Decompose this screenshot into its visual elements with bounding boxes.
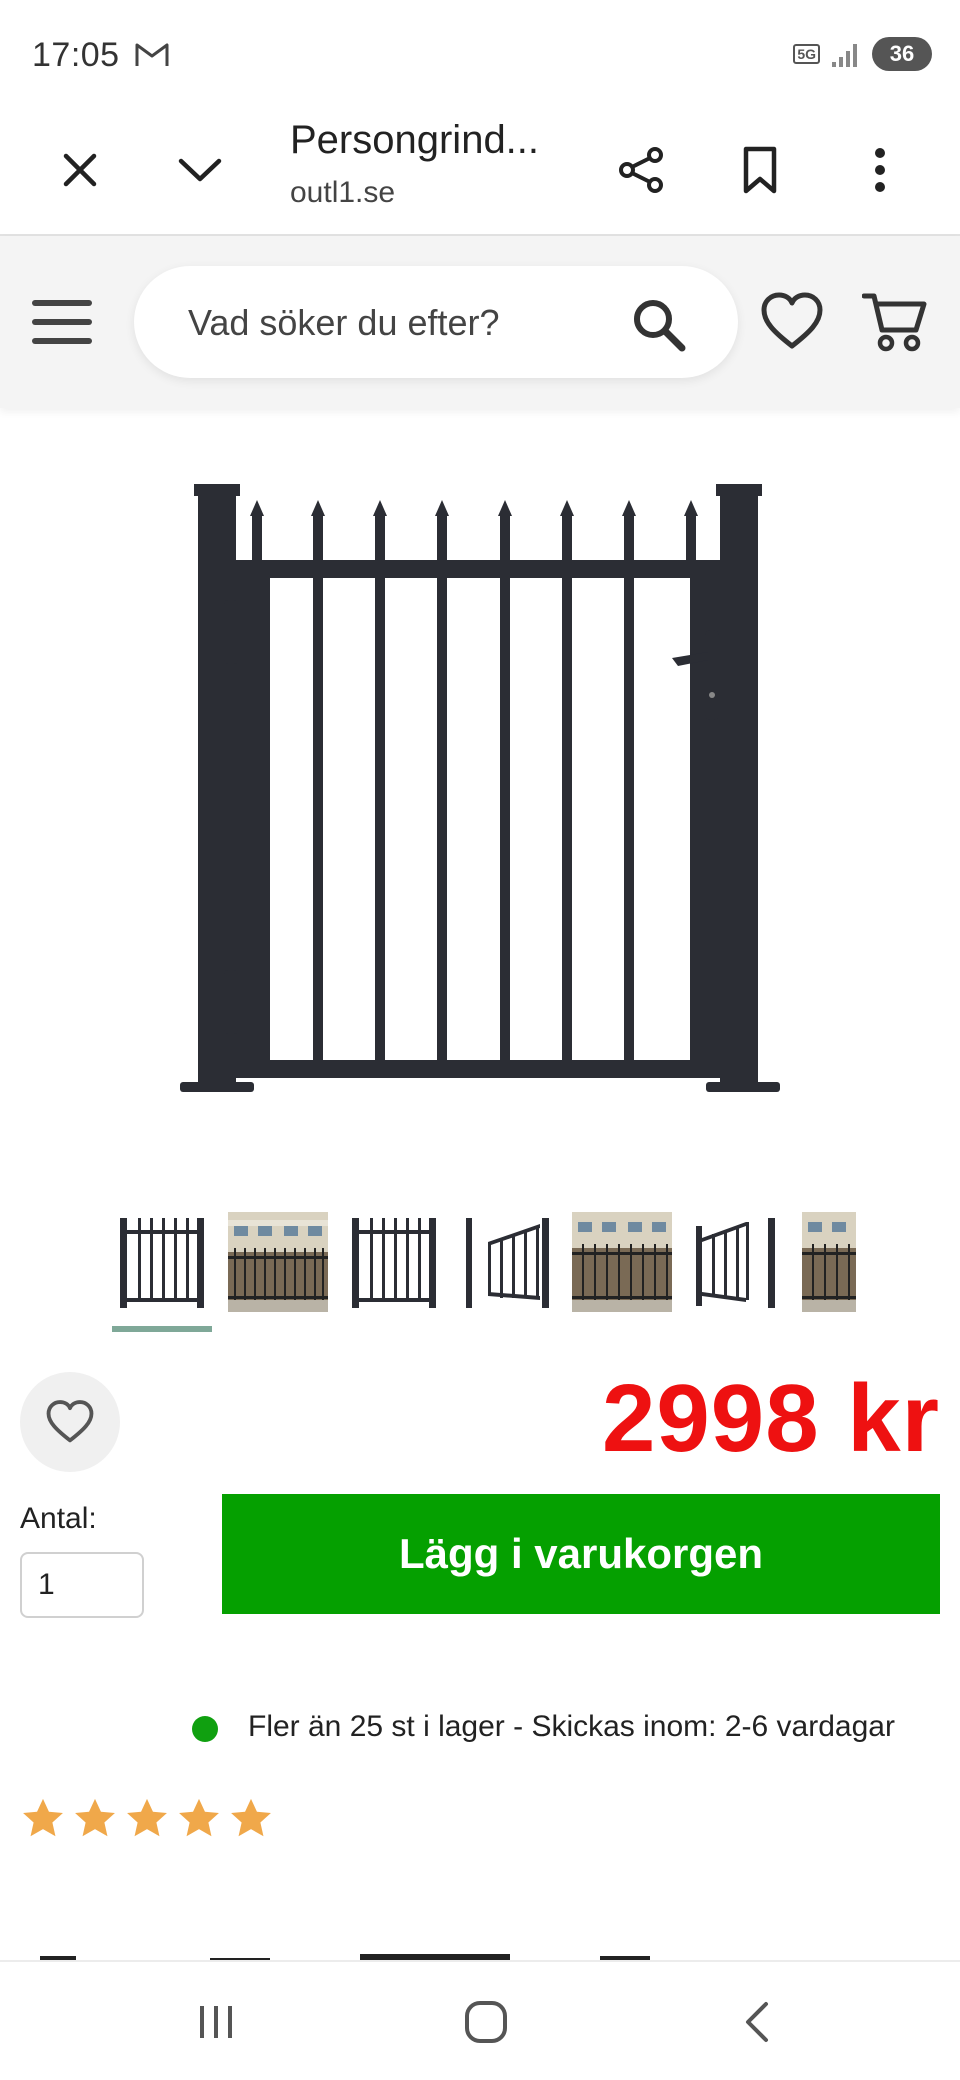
star-icon	[23, 1798, 63, 1837]
heart-icon[interactable]	[760, 290, 824, 354]
thumbnail-5[interactable]	[572, 1212, 672, 1312]
thumbnail-image	[228, 1212, 328, 1312]
thumbnail-image	[572, 1212, 672, 1312]
search-placeholder: Vad söker du efter?	[188, 302, 500, 343]
thumbnail-2[interactable]	[228, 1212, 328, 1312]
thumbnail-image	[112, 1212, 212, 1312]
recent-apps-button[interactable]	[186, 1996, 246, 2048]
browser-toolbar: Persongrind... outl1.se	[0, 104, 960, 236]
status-indicators: 5G 36	[793, 36, 932, 72]
page: 17:05 5G 36 Persongrind... outl1.se Vad …	[0, 0, 960, 2080]
system-navigation-bar	[0, 1960, 960, 2080]
product-price: 2998 kr	[602, 1365, 940, 1472]
signal-icon	[832, 44, 857, 67]
thumbnail-image	[460, 1212, 560, 1312]
home-icon	[465, 2001, 507, 2043]
chevron-down-icon	[178, 158, 222, 182]
battery-indicator: 36	[872, 37, 932, 71]
search-input[interactable]: Vad söker du efter?	[134, 266, 738, 378]
rating-stars[interactable]	[20, 1796, 274, 1842]
star-icon	[231, 1798, 271, 1837]
back-button[interactable]	[726, 1996, 786, 2048]
tab-url[interactable]: outl1.se	[290, 176, 395, 210]
status-time: 17:05	[32, 36, 120, 74]
site-header: Vad söker du efter?	[0, 236, 960, 408]
more-options-button[interactable]	[850, 140, 910, 200]
quantity-label: Antal:	[20, 1502, 97, 1535]
gmail-icon	[135, 43, 169, 66]
add-to-cart-button[interactable]: Lägg i varukorgen	[222, 1494, 940, 1614]
quantity-input[interactable]	[20, 1552, 144, 1618]
share-button[interactable]	[612, 140, 672, 200]
thumbnail-4[interactable]	[460, 1212, 560, 1312]
thumbnail-image	[802, 1212, 856, 1312]
stock-status-text: Fler än 25 st i lager - Skickas inom: 2-…	[248, 1710, 895, 1743]
thumbnail-image	[688, 1212, 788, 1312]
home-button[interactable]	[456, 1996, 516, 2048]
close-icon	[63, 153, 97, 187]
close-tab-button[interactable]	[50, 140, 110, 200]
product-image[interactable]	[160, 470, 800, 1150]
search-icon[interactable]	[630, 296, 688, 354]
hamburger-menu-icon[interactable]	[30, 294, 94, 350]
heart-icon	[46, 1400, 94, 1443]
add-to-wishlist-button[interactable]	[20, 1372, 120, 1472]
star-icon	[127, 1798, 167, 1837]
thumbnail-strip	[0, 1212, 960, 1322]
thumbnail-image	[344, 1212, 444, 1312]
bookmark-button[interactable]	[730, 140, 790, 200]
status-bar: 17:05 5G 36	[0, 0, 960, 104]
recent-apps-icon	[200, 2006, 232, 2038]
cart-icon[interactable]	[862, 288, 928, 354]
thumbnail-1[interactable]	[112, 1212, 212, 1312]
network-type: 5G	[793, 44, 820, 64]
more-vertical-icon	[875, 148, 885, 192]
back-icon	[746, 2002, 768, 2042]
thumbnail-7[interactable]	[802, 1212, 856, 1312]
tab-title: Persongrind...	[290, 118, 540, 162]
share-icon	[619, 147, 663, 193]
selected-thumbnail-indicator	[112, 1326, 212, 1332]
thumbnail-3[interactable]	[344, 1212, 444, 1312]
thumbnail-6[interactable]	[688, 1212, 788, 1312]
star-icon	[179, 1798, 219, 1837]
minimize-tab-button[interactable]	[170, 140, 230, 200]
star-icon	[75, 1798, 115, 1837]
bookmark-icon	[743, 146, 777, 194]
stock-status-dot	[192, 1716, 218, 1742]
